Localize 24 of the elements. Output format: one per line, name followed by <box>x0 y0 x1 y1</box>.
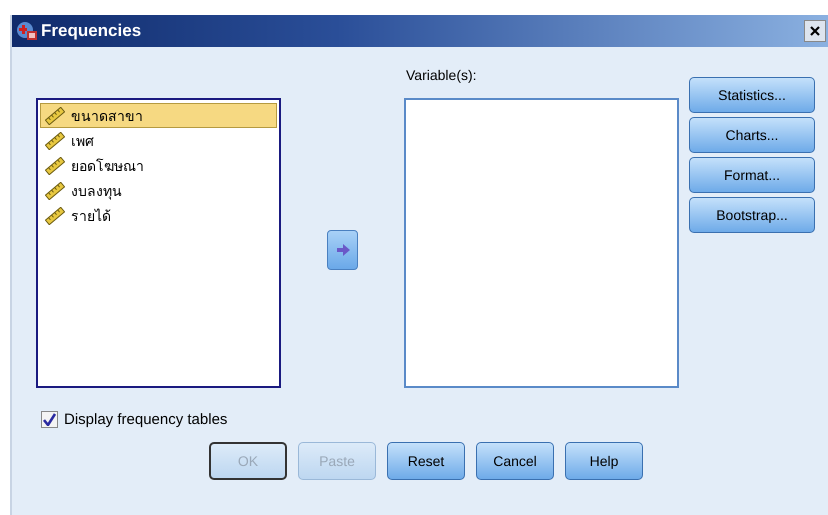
dialog-button[interactable]: Reset <box>387 442 465 480</box>
variable-item[interactable]: ยอดโฆษณา <box>40 153 277 178</box>
variable-item[interactable]: เพศ <box>40 128 277 153</box>
checkbox-label: Display frequency tables <box>64 411 228 428</box>
close-button[interactable] <box>804 20 826 42</box>
right-arrow-icon <box>336 244 350 256</box>
dialog-button[interactable]: Charts... <box>689 117 815 153</box>
variable-item[interactable]: ขนาดสาขา <box>40 103 277 128</box>
target-variable-list[interactable] <box>404 98 679 388</box>
variable-item[interactable]: รายได้ <box>40 203 277 228</box>
dialog-button[interactable]: Statistics... <box>689 77 815 113</box>
variables-label: Variable(s): <box>405 66 478 85</box>
checkbox[interactable] <box>41 411 58 428</box>
window-title: Frequencies <box>41 21 142 41</box>
close-icon <box>810 26 820 36</box>
source-variable-list[interactable]: ขนาดสาขา เพศ ยอดโฆษณา งบลงทุน รายได้ <box>36 98 281 388</box>
app-icon <box>16 21 38 41</box>
dialog-button[interactable]: Cancel <box>476 442 554 480</box>
move-button[interactable] <box>327 230 358 270</box>
check-icon <box>43 413 56 426</box>
dialog-button[interactable]: Format... <box>689 157 815 193</box>
dialog-button[interactable]: Help <box>565 442 643 480</box>
variable-item[interactable]: งบลงทุน <box>40 178 277 203</box>
dialog-button[interactable]: Bootstrap... <box>689 197 815 233</box>
